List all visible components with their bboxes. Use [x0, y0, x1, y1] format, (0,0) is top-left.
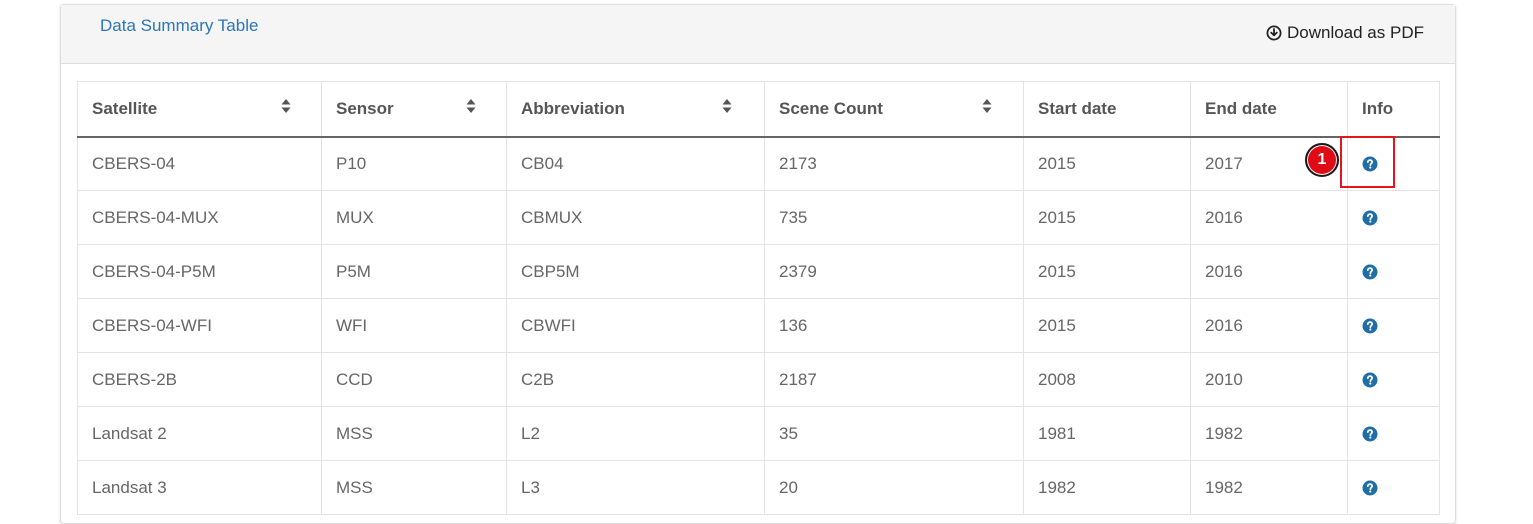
download-circle-icon: [1266, 25, 1282, 41]
cell-abbreviation: CB04: [506, 136, 765, 191]
cell-start-date: 2008: [1023, 352, 1191, 407]
cell-abbreviation: L2: [506, 406, 765, 461]
cell-sensor: P5M: [321, 244, 507, 299]
summary-table: Satellite Sensor Abbreviation Scene Coun…: [77, 81, 1440, 515]
cell-info: [1347, 244, 1440, 299]
cell-sensor: WFI: [321, 298, 507, 353]
column-header-label: Start date: [1038, 98, 1117, 118]
cell-abbreviation: CBWFI: [506, 298, 765, 353]
column-header-label: End date: [1205, 98, 1277, 118]
cell-start-date: 2015: [1023, 190, 1191, 245]
cell-info: [1347, 298, 1440, 353]
cell-sensor: MUX: [321, 190, 507, 245]
column-header-sensor[interactable]: Sensor: [321, 81, 507, 138]
question-circle-icon[interactable]: [1362, 372, 1378, 388]
table-row: Landsat 3 MSS L3 20 1982 1982: [77, 460, 1440, 515]
cell-end-date: 1982: [1190, 406, 1348, 461]
table-row: CBERS-04-P5M P5M CBP5M 2379 2015 2016: [77, 244, 1440, 299]
column-header-info: Info: [1347, 81, 1440, 138]
table-row: CBERS-04 P10 CB04 2173 2015 2017: [77, 136, 1440, 191]
cell-end-date: 1982: [1190, 460, 1348, 515]
cell-satellite: CBERS-04-WFI: [77, 298, 322, 353]
cell-start-date: 1981: [1023, 406, 1191, 461]
cell-abbreviation: CBMUX: [506, 190, 765, 245]
cell-abbreviation: CBP5M: [506, 244, 765, 299]
sort-icon[interactable]: [722, 98, 732, 114]
cell-info: [1347, 460, 1440, 515]
cell-scene-count: 735: [764, 190, 1024, 245]
cell-scene-count: 2379: [764, 244, 1024, 299]
cell-satellite: CBERS-04-MUX: [77, 190, 322, 245]
table-row: CBERS-2B CCD C2B 2187 2008 2010: [77, 352, 1440, 407]
table-row: CBERS-04-WFI WFI CBWFI 136 2015 2016: [77, 298, 1440, 353]
cell-scene-count: 136: [764, 298, 1024, 353]
cell-end-date: 2016: [1190, 190, 1348, 245]
column-header-label: Abbreviation: [521, 98, 625, 118]
cell-start-date: 1982: [1023, 460, 1191, 515]
cell-satellite: CBERS-04-P5M: [77, 244, 322, 299]
download-pdf-label: Download as PDF: [1286, 23, 1424, 42]
cell-info: [1347, 136, 1440, 191]
cell-start-date: 2015: [1023, 298, 1191, 353]
question-circle-icon[interactable]: [1362, 156, 1378, 172]
cell-info: [1347, 406, 1440, 461]
cell-scene-count: 2187: [764, 352, 1024, 407]
cell-start-date: 2015: [1023, 244, 1191, 299]
cell-end-date: 2016: [1190, 244, 1348, 299]
cell-satellite: CBERS-04: [77, 136, 322, 191]
column-header-label: Satellite: [92, 98, 158, 118]
cell-start-date: 2015: [1023, 136, 1191, 191]
step-marker: 1: [1305, 143, 1339, 177]
cell-scene-count: 35: [764, 406, 1024, 461]
table-header-row: Satellite Sensor Abbreviation Scene Coun…: [77, 81, 1440, 138]
cell-end-date: 2010: [1190, 352, 1348, 407]
cell-abbreviation: L3: [506, 460, 765, 515]
column-header-satellite[interactable]: Satellite: [77, 81, 322, 138]
cell-sensor: P10: [321, 136, 507, 191]
cell-sensor: MSS: [321, 460, 507, 515]
cell-info: [1347, 352, 1440, 407]
question-circle-icon[interactable]: [1362, 480, 1378, 496]
question-circle-icon[interactable]: [1362, 210, 1378, 226]
cell-info: [1347, 190, 1440, 245]
column-header-label: Scene Count: [779, 98, 883, 118]
column-header-scene-count[interactable]: Scene Count: [764, 81, 1024, 138]
cell-end-date: 2016: [1190, 298, 1348, 353]
column-header-label: Sensor: [336, 98, 394, 118]
column-header-end-date[interactable]: End date: [1190, 81, 1348, 138]
question-circle-icon[interactable]: [1362, 426, 1378, 442]
cell-scene-count: 2173: [764, 136, 1024, 191]
cell-abbreviation: C2B: [506, 352, 765, 407]
table-row: Landsat 2 MSS L2 35 1981 1982: [77, 406, 1440, 461]
sort-icon[interactable]: [982, 98, 992, 114]
cell-satellite: CBERS-2B: [77, 352, 322, 407]
question-circle-icon[interactable]: [1362, 318, 1378, 334]
cell-sensor: MSS: [321, 406, 507, 461]
column-header-label: Info: [1362, 98, 1394, 118]
sort-icon[interactable]: [281, 98, 291, 114]
question-circle-icon[interactable]: [1362, 264, 1378, 280]
summary-table-wrapper: Satellite Sensor Abbreviation Scene Coun…: [77, 81, 1440, 515]
panel-title-link[interactable]: Data Summary Table: [100, 16, 258, 36]
sort-icon[interactable]: [466, 98, 476, 114]
download-pdf-button[interactable]: Download as PDF: [1266, 23, 1424, 43]
column-header-abbreviation[interactable]: Abbreviation: [506, 81, 765, 138]
column-header-start-date[interactable]: Start date: [1023, 81, 1191, 138]
table-row: CBERS-04-MUX MUX CBMUX 735 2015 2016: [77, 190, 1440, 245]
cell-sensor: CCD: [321, 352, 507, 407]
panel-heading: Data Summary Table Download as PDF: [61, 5, 1455, 64]
cell-scene-count: 20: [764, 460, 1024, 515]
cell-satellite: Landsat 2: [77, 406, 322, 461]
cell-satellite: Landsat 3: [77, 460, 322, 515]
